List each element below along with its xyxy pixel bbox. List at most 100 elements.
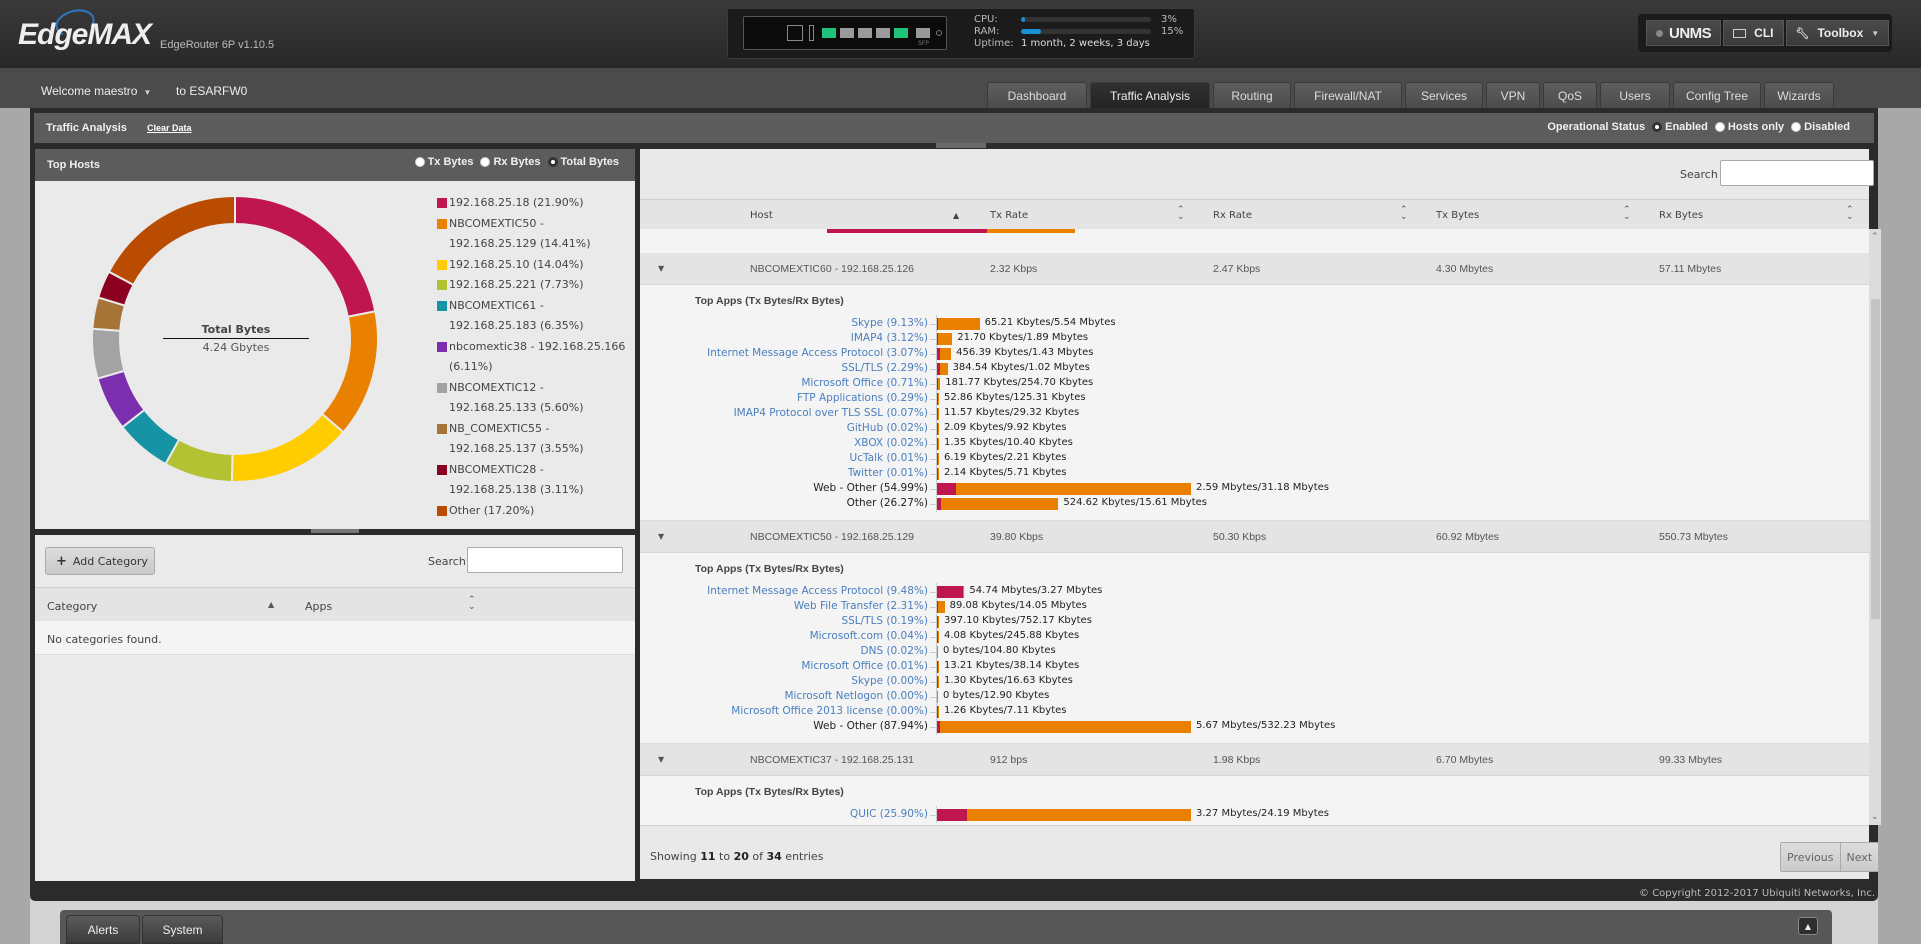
- app-bytes-value: 456.39 Kbytes/1.43 Mbytes: [956, 347, 1094, 358]
- column-rx-rate[interactable]: Rx Rate: [1213, 210, 1252, 221]
- scroll-up-icon[interactable]: ⌃: [1871, 232, 1879, 242]
- legend-item[interactable]: NBCOMEXTIC28 - 192.168.25.138 (3.11%): [437, 460, 627, 501]
- next-page-button[interactable]: Next: [1839, 843, 1879, 871]
- bar-tick: [930, 399, 936, 400]
- tab-traffic-analysis[interactable]: Traffic Analysis: [1090, 82, 1210, 108]
- column-apps[interactable]: Apps: [305, 600, 332, 613]
- alerts-tab[interactable]: Alerts: [66, 915, 140, 944]
- hosts-search-input[interactable]: [1720, 160, 1874, 186]
- panel-splitter-handle[interactable]: [311, 529, 359, 533]
- clear-data-link[interactable]: Clear Data: [147, 123, 192, 133]
- app-name[interactable]: Skype (0.00%): [640, 675, 928, 687]
- donut-slice[interactable]: [91, 327, 126, 380]
- app-bytes-value: 1.35 Kbytes/10.40 Kbytes: [944, 437, 1073, 448]
- rx-bytes-radio[interactable]: [480, 157, 491, 167]
- sort-asc-icon[interactable]: ▲: [953, 211, 959, 220]
- app-name[interactable]: XBOX (0.02%): [640, 437, 928, 449]
- host-row[interactable]: ▼ NBCOMEXTIC60 - 192.168.25.126 2.32 Kbps 2…: [640, 253, 1869, 285]
- tab-users[interactable]: Users: [1600, 82, 1670, 108]
- add-category-button[interactable]: + Add Category: [45, 547, 155, 575]
- app-bar: [937, 483, 1191, 495]
- column-rx-bytes[interactable]: Rx Bytes: [1659, 210, 1703, 221]
- app-name[interactable]: Microsoft Office (0.71%): [640, 377, 928, 389]
- cli-button[interactable]: CLI: [1723, 20, 1784, 46]
- port-diagram: SFP: [743, 16, 947, 50]
- legend-item[interactable]: Other (17.20%): [437, 501, 627, 522]
- legend-item[interactable]: NBCOMEXTIC12 - 192.168.25.133 (5.60%): [437, 378, 627, 419]
- panel-resize-handle[interactable]: [936, 143, 986, 148]
- app-name[interactable]: QUIC (25.90%): [640, 808, 928, 820]
- tab-wizards[interactable]: Wizards: [1764, 82, 1834, 108]
- tab-routing[interactable]: Routing: [1213, 82, 1291, 108]
- sort-icon[interactable]: ⌃ ⌄: [1400, 206, 1408, 222]
- column-category[interactable]: Category: [47, 600, 97, 613]
- app-name[interactable]: SSL/TLS (0.19%): [640, 615, 928, 627]
- app-name[interactable]: Internet Message Access Protocol (3.07%): [640, 347, 928, 359]
- op-disabled-radio[interactable]: [1791, 122, 1802, 132]
- column-tx-bytes[interactable]: Tx Bytes: [1436, 210, 1479, 221]
- column-host[interactable]: Host: [750, 210, 773, 221]
- tab-qos[interactable]: QoS: [1543, 82, 1597, 108]
- app-name[interactable]: Twitter (0.01%): [640, 467, 928, 479]
- tab-firewall-nat[interactable]: Firewall/NAT: [1294, 82, 1402, 108]
- tx-bytes: 6.70 Mbytes: [1436, 754, 1494, 766]
- sort-icon[interactable]: ⌃ ⌄: [1846, 206, 1854, 222]
- tab-services[interactable]: Services: [1405, 82, 1483, 108]
- tx-bytes-radio[interactable]: [414, 157, 425, 167]
- app-name[interactable]: DNS (0.02%): [640, 645, 929, 657]
- legend-item[interactable]: 192.168.25.221 (7.73%): [437, 275, 627, 296]
- app-name[interactable]: Web File Transfer (2.31%): [640, 600, 928, 612]
- host-row[interactable]: ▼ NBCOMEXTIC37 - 192.168.25.131 912 bps 1.9…: [640, 744, 1869, 776]
- app-name[interactable]: FTP Applications (0.29%): [640, 392, 928, 404]
- app-name[interactable]: SSL/TLS (2.29%): [640, 362, 928, 374]
- op-enabled-radio[interactable]: [1652, 122, 1663, 132]
- chevron-down-icon[interactable]: ▼: [658, 264, 664, 273]
- tab-config-tree[interactable]: Config Tree: [1673, 82, 1761, 108]
- chevron-down-icon[interactable]: ▼: [658, 532, 664, 541]
- category-search-input[interactable]: [467, 547, 623, 573]
- unms-button[interactable]: UNMS: [1646, 20, 1722, 46]
- scroll-down-icon[interactable]: ⌄: [1871, 812, 1879, 822]
- previous-page-button[interactable]: Previous: [1781, 843, 1840, 871]
- sort-asc-icon[interactable]: ▲: [268, 600, 274, 609]
- chevron-down-icon[interactable]: ▼: [658, 755, 664, 764]
- op-hosts-only-radio[interactable]: [1714, 122, 1725, 132]
- donut-slice[interactable]: [230, 412, 345, 483]
- app-name[interactable]: GitHub (0.02%): [640, 422, 928, 434]
- legend-item[interactable]: 192.168.25.10 (14.04%): [437, 255, 627, 276]
- sort-icon[interactable]: ⌃ ⌄: [1623, 206, 1631, 222]
- donut-slice[interactable]: [107, 194, 236, 287]
- toolbox-button[interactable]: 🔧︎ Toolbox ▼: [1785, 20, 1890, 46]
- donut-slice[interactable]: [320, 310, 379, 434]
- column-tx-rate[interactable]: Tx Rate: [990, 210, 1028, 221]
- app-name[interactable]: IMAP4 Protocol over TLS SSL (0.07%): [640, 407, 928, 419]
- expand-dock-button[interactable]: ▲: [1798, 917, 1818, 935]
- app-name[interactable]: IMAP4 (3.12%): [640, 332, 928, 344]
- legend-item[interactable]: NBCOMEXTIC50 - 192.168.25.129 (14.41%): [437, 214, 627, 255]
- app-name[interactable]: Microsoft Office 2013 license (0.00%): [640, 705, 928, 717]
- user-menu[interactable]: Welcome maestro ▼: [41, 84, 151, 98]
- system-tab[interactable]: System: [142, 915, 223, 944]
- app-name[interactable]: Skype (9.13%): [640, 317, 928, 329]
- tab-dashboard[interactable]: Dashboard: [987, 82, 1087, 108]
- app-name[interactable]: Microsoft Office (0.01%): [640, 660, 928, 672]
- legend-item[interactable]: 192.168.25.18 (21.90%): [437, 193, 627, 214]
- sort-icon[interactable]: ⌃ ⌄: [1177, 206, 1185, 222]
- donut-slice[interactable]: [234, 194, 377, 318]
- hosts-table-scrollbar[interactable]: ⌃ ⌄: [1869, 229, 1881, 825]
- scrollbar-thumb[interactable]: [1871, 299, 1880, 619]
- host-row[interactable]: ▼ NBCOMEXTIC50 - 192.168.25.129 39.80 Kbps…: [640, 521, 1869, 553]
- bar-tick: [930, 622, 936, 623]
- app-name[interactable]: Microsoft Netlogon (0.00%): [640, 690, 928, 702]
- legend-item[interactable]: nbcomextic38 - 192.168.25.166 (6.11%): [437, 337, 627, 378]
- app-name[interactable]: Microsoft.com (0.04%): [640, 630, 928, 642]
- rx-bar: [938, 676, 939, 688]
- app-name[interactable]: UcTalk (0.01%): [640, 452, 928, 464]
- legend-item[interactable]: NBCOMEXTIC61 - 192.168.25.183 (6.35%): [437, 296, 627, 337]
- sort-icon[interactable]: ⌃ ⌄: [468, 596, 476, 612]
- app-name[interactable]: Internet Message Access Protocol (9.48%): [640, 585, 928, 597]
- tab-vpn[interactable]: VPN: [1486, 82, 1540, 108]
- total-bytes-radio[interactable]: [547, 157, 558, 167]
- legend-item[interactable]: NB_COMEXTIC55 - 192.168.25.137 (3.55%): [437, 419, 627, 460]
- legend-label: NBCOMEXTIC61 - 192.168.25.183 (6.35%): [449, 298, 584, 333]
